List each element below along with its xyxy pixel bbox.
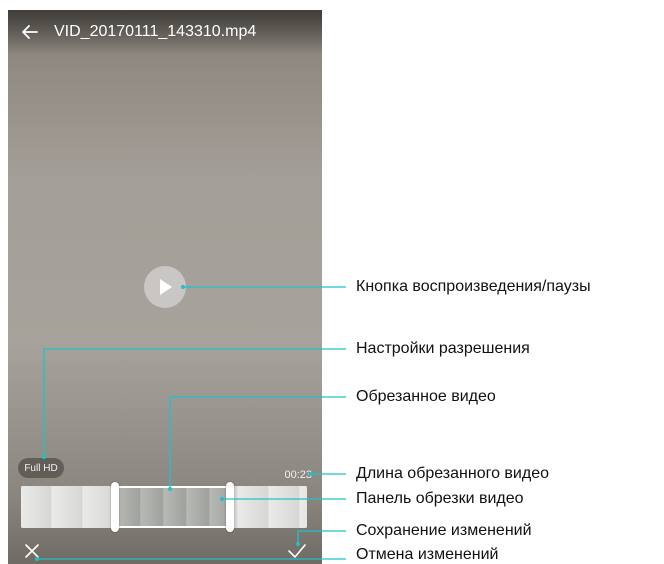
file-title: VID_20170111_143310.mp4 [54,23,257,40]
checkmark-icon[interactable] [288,543,306,559]
callout-trimmed-video: Обрезанное видео [356,388,496,405]
arrow-left-icon[interactable] [20,22,40,42]
top-bar: VID_20170111_143310.mp4 [8,10,322,54]
play-icon [160,279,172,295]
trim-start-handle[interactable] [111,482,119,532]
callout-save-changes: Сохранение изменений [356,522,532,539]
close-icon[interactable] [24,543,40,559]
trim-bar[interactable] [21,482,307,532]
trim-end-handle[interactable] [226,482,234,532]
trim-selection[interactable] [118,486,230,528]
callout-resolution: Настройки разрешения [356,340,530,357]
trimmed-duration: 00:23 [284,469,312,481]
trim-bar-excluded-left [21,486,111,528]
callout-trim-panel: Панель обрезки видео [356,490,524,507]
resolution-badge[interactable]: Full HD [18,458,64,478]
play-pause-button[interactable] [144,266,186,308]
video-editor-screen: VID_20170111_143310.mp4 Full HD 00:23 [8,10,322,564]
callout-trimmed-length: Длина обрезанного видео [356,465,549,482]
callout-play-pause: Кнопка воспроизведения/паузы [356,278,591,295]
trim-bar-excluded-right [233,486,307,528]
callout-cancel-changes: Отмена изменений [356,546,499,563]
